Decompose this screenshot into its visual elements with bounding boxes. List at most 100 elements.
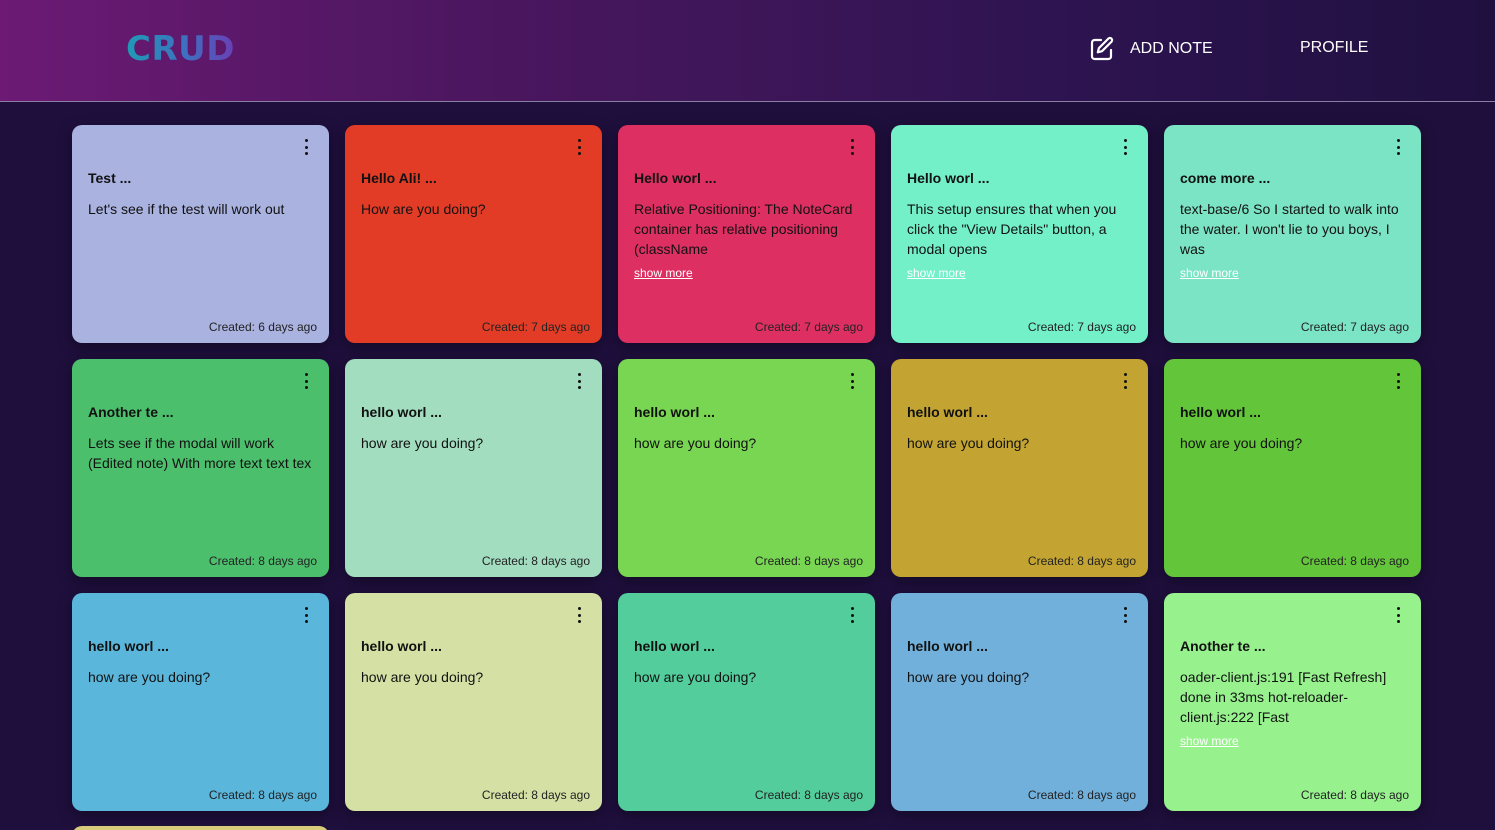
note-created-date: Created: 8 days ago [754, 554, 863, 568]
note-body-text: how are you doing? [907, 435, 1030, 451]
kebab-menu-icon[interactable] [1393, 139, 1403, 155]
note-card[interactable]: hello worl ... how are you doing? Created:… [891, 593, 1148, 811]
note-body-text: how are you doing? [361, 669, 484, 685]
note-title: hello worl ... [361, 638, 442, 654]
kebab-menu-icon[interactable] [574, 139, 584, 155]
note-title: Hello worl ... [907, 170, 990, 186]
kebab-menu-icon[interactable] [847, 139, 857, 155]
note-body: This setup ensures that when you click t… [907, 199, 1134, 281]
show-more-link[interactable]: show more [1180, 733, 1407, 749]
note-card[interactable]: Test ... Let's see if the test will work … [72, 125, 329, 343]
note-body-text: how are you doing? [361, 435, 484, 451]
note-body: how are you doing? [634, 433, 861, 453]
kebab-menu-icon[interactable] [1120, 139, 1130, 155]
note-body-text: How are you doing? [361, 201, 486, 217]
note-title: Hello Ali! ... [361, 170, 437, 186]
note-card[interactable]: Hello worl ... This setup ensures that wh… [891, 125, 1148, 343]
show-more-link[interactable]: show more [1180, 265, 1407, 281]
note-title: hello worl ... [907, 638, 988, 654]
app-logo[interactable]: CRUD [126, 28, 235, 70]
note-created-date: Created: 8 days ago [1027, 788, 1136, 802]
note-body-text: This setup ensures that when you click t… [907, 201, 1117, 257]
kebab-menu-icon[interactable] [1120, 607, 1130, 623]
kebab-menu-icon[interactable] [1120, 373, 1130, 389]
note-created-date: Created: 7 days ago [1027, 320, 1136, 334]
add-note-label: ADD NOTE [1130, 40, 1213, 57]
note-title: hello worl ... [634, 638, 715, 654]
note-body: how are you doing? [907, 433, 1134, 453]
note-created-date: Created: 7 days ago [1300, 320, 1409, 334]
note-created-date: Created: 8 days ago [1300, 554, 1409, 568]
note-card[interactable]: hello worl ... how are you doing? Created:… [345, 593, 602, 811]
kebab-menu-icon[interactable] [574, 373, 584, 389]
note-body: how are you doing? [1180, 433, 1407, 453]
kebab-menu-icon[interactable] [301, 373, 311, 389]
note-card[interactable]: hello worl ... how are you doing? Created:… [72, 593, 329, 811]
note-card[interactable]: hello worl ... how are you doing? Created:… [345, 359, 602, 577]
note-card[interactable]: come more ... text-base/6 So I started to… [1164, 125, 1421, 343]
note-body-text: Relative Positioning: The NoteCard conta… [634, 201, 853, 257]
note-body: how are you doing? [88, 667, 315, 687]
note-body: how are you doing? [361, 433, 588, 453]
app-header: CRUD ADD NOTE PROFILE [0, 0, 1495, 102]
kebab-menu-icon[interactable] [301, 607, 311, 623]
note-body: how are you doing? [361, 667, 588, 687]
note-body-text: oader-client.js:191 [Fast Refresh] done … [1180, 669, 1387, 725]
add-note-button[interactable]: ADD NOTE [1088, 34, 1213, 64]
note-created-date: Created: 8 days ago [481, 788, 590, 802]
note-title: Hello worl ... [634, 170, 717, 186]
kebab-menu-icon[interactable] [847, 373, 857, 389]
notes-grid: Test ... Let's see if the test will work … [72, 125, 1421, 811]
note-card[interactable]: Another te ... oader-client.js:191 [Fast … [1164, 593, 1421, 811]
note-title: Test ... [88, 170, 132, 186]
note-created-date: Created: 8 days ago [208, 788, 317, 802]
note-body: Relative Positioning: The NoteCard conta… [634, 199, 861, 281]
note-title: Another te ... [1180, 638, 1266, 654]
note-created-date: Created: 8 days ago [1300, 788, 1409, 802]
note-created-date: Created: 8 days ago [1027, 554, 1136, 568]
note-title: hello worl ... [907, 404, 988, 420]
note-card[interactable]: Hello Ali! ... How are you doing? Created:… [345, 125, 602, 343]
note-body-text: text-base/6 So I started to walk into th… [1180, 201, 1399, 257]
note-body: Lets see if the modal will work (Edited … [88, 433, 315, 473]
note-body-text: how are you doing? [907, 669, 1030, 685]
kebab-menu-icon[interactable] [1393, 373, 1403, 389]
note-card[interactable]: hello worl ... how are you doing? Created:… [618, 593, 875, 811]
note-card[interactable]: Hello worl ... Relative Positioning: The … [618, 125, 875, 343]
note-body-text: Lets see if the modal will work (Edited … [88, 435, 312, 471]
note-created-date: Created: 7 days ago [481, 320, 590, 334]
note-body-text: how are you doing? [88, 669, 211, 685]
note-card[interactable]: Another te ... Lets see if the modal will… [72, 359, 329, 577]
note-created-date: Created: 8 days ago [208, 554, 317, 568]
note-title: Another te ... [88, 404, 174, 420]
note-title: hello worl ... [634, 404, 715, 420]
kebab-menu-icon[interactable] [847, 607, 857, 623]
profile-link[interactable]: PROFILE [1300, 39, 1368, 57]
note-title: hello worl ... [88, 638, 169, 654]
note-body: Let's see if the test will work out [88, 199, 315, 219]
kebab-menu-icon[interactable] [1393, 607, 1403, 623]
note-body-text: how are you doing? [1180, 435, 1303, 451]
note-created-date: Created: 6 days ago [208, 320, 317, 334]
note-title: hello worl ... [1180, 404, 1261, 420]
note-card-partial[interactable] [72, 826, 329, 830]
note-created-date: Created: 8 days ago [481, 554, 590, 568]
note-title: come more ... [1180, 170, 1271, 186]
note-body: text-base/6 So I started to walk into th… [1180, 199, 1407, 281]
show-more-link[interactable]: show more [907, 265, 1134, 281]
note-body-text: Let's see if the test will work out [88, 201, 285, 217]
kebab-menu-icon[interactable] [574, 607, 584, 623]
note-created-date: Created: 8 days ago [754, 788, 863, 802]
note-body: oader-client.js:191 [Fast Refresh] done … [1180, 667, 1407, 749]
note-created-date: Created: 7 days ago [754, 320, 863, 334]
note-card[interactable]: hello worl ... how are you doing? Created:… [618, 359, 875, 577]
kebab-menu-icon[interactable] [301, 139, 311, 155]
note-card[interactable]: hello worl ... how are you doing? Created:… [891, 359, 1148, 577]
show-more-link[interactable]: show more [634, 265, 861, 281]
note-body: how are you doing? [907, 667, 1134, 687]
note-body-text: how are you doing? [634, 669, 757, 685]
edit-icon [1090, 36, 1114, 61]
note-body-text: how are you doing? [634, 435, 757, 451]
note-body: How are you doing? [361, 199, 588, 219]
note-card[interactable]: hello worl ... how are you doing? Created:… [1164, 359, 1421, 577]
